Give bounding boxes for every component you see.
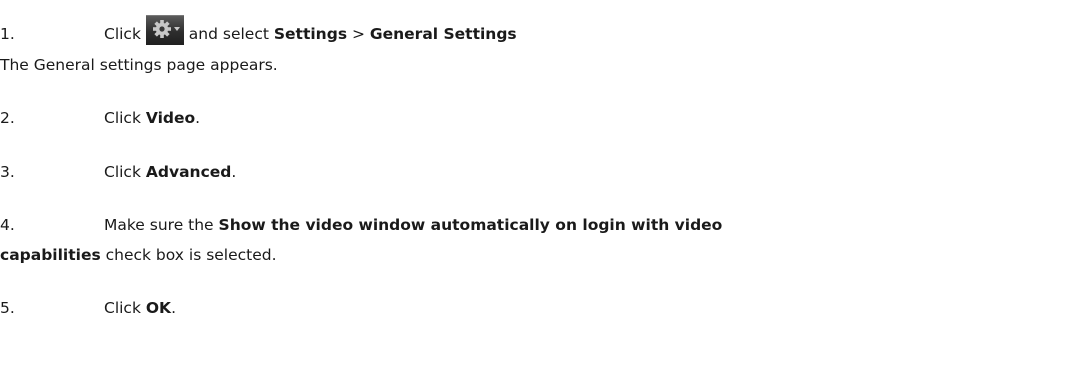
step-4-continued: capabilities check box is selected. bbox=[0, 245, 277, 265]
step-number: 1. bbox=[0, 25, 15, 43]
click-word: Click bbox=[104, 163, 146, 181]
checkbox-label-part1: Show the video window automatically on l… bbox=[218, 216, 723, 234]
ok-label: OK bbox=[145, 299, 172, 317]
step-4-suffix: check box is selected. bbox=[100, 246, 277, 264]
result-text: The General settings page appears. bbox=[0, 56, 278, 74]
step-4-prefix: Make sure the bbox=[104, 216, 219, 234]
step-3: 3. Click Advanced. bbox=[0, 162, 236, 182]
menu-settings-label: Settings bbox=[273, 25, 348, 43]
advanced-label: Advanced bbox=[145, 163, 232, 181]
period: . bbox=[195, 109, 201, 127]
menu-separator: > bbox=[347, 25, 370, 43]
click-word: Click bbox=[104, 109, 146, 127]
step-1-text: and select bbox=[183, 25, 274, 43]
checkbox-label-part2: capabilities bbox=[0, 246, 101, 264]
period: . bbox=[171, 299, 176, 317]
video-label: Video bbox=[145, 109, 196, 127]
settings-gear-icon[interactable] bbox=[145, 15, 184, 45]
click-word: Click bbox=[104, 299, 146, 317]
step-number: 2. bbox=[0, 109, 15, 127]
menu-general-settings-label: General Settings bbox=[369, 25, 517, 43]
step-number: 5. bbox=[0, 299, 15, 317]
step-1: 1. Click and select Settings > General Se… bbox=[0, 15, 517, 45]
step-5: 5. Click OK. bbox=[0, 298, 176, 318]
step-number: 3. bbox=[0, 163, 15, 181]
click-word: Click bbox=[104, 25, 141, 43]
step-2: 2. Click Video. bbox=[0, 108, 200, 128]
step-4: 4. Make sure the Show the video window au… bbox=[0, 215, 722, 235]
period: . bbox=[231, 163, 237, 181]
step-number: 4. bbox=[0, 216, 15, 234]
